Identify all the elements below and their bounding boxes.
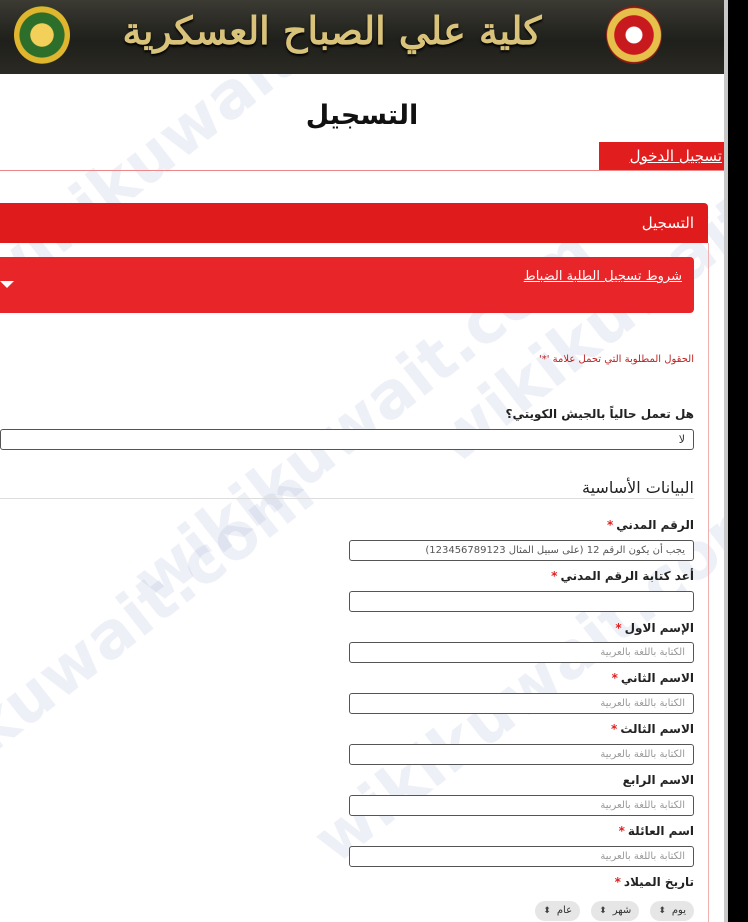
family-name-label: اسم العائلة*	[618, 824, 694, 838]
terms-accordion[interactable]: شروط تسجيل الطلبة الضباط	[0, 257, 694, 313]
required-star: *	[606, 518, 614, 532]
army-emblem-icon	[606, 6, 662, 64]
terms-link[interactable]: شروط تسجيل الطلبة الضباط	[524, 269, 682, 284]
dob-selects: يوم ⬍ شهر ⬍ عام ⬍	[498, 898, 694, 921]
civil-id-input[interactable]: يجب أن يكون الرقم 12 (على سبيل المثال 12…	[349, 540, 694, 561]
dob-label: تاريخ الميلاد*	[614, 875, 694, 889]
window-edge	[724, 0, 748, 922]
watermark: wikikuwait.com	[0, 454, 328, 859]
dob-year-value: عام	[556, 905, 573, 916]
section-divider	[0, 498, 694, 499]
required-star: *	[551, 569, 558, 583]
fourth-name-label: الاسم الرابع	[622, 773, 694, 787]
select-arrows-icon: ⬍	[658, 906, 666, 916]
dob-month-value: شهر	[612, 905, 632, 916]
third-name-label: الاسم الثالث*	[611, 722, 694, 736]
army-status-select[interactable]: لا	[0, 429, 694, 450]
second-name-input[interactable]: الكتابة باللغة بالعربية	[349, 693, 694, 714]
banner-title: كلية علي الصباح العسكرية	[122, 8, 542, 53]
dob-day-select[interactable]: يوم ⬍	[650, 901, 694, 921]
civil-id-confirm-label: أعد كتابة الرقم المدني*	[551, 569, 694, 583]
header-banner: كلية علي الصباح العسكرية	[0, 0, 724, 74]
required-star: *	[611, 722, 618, 736]
registration-panel-title: التسجيل	[0, 203, 708, 243]
required-star: *	[614, 875, 621, 889]
page-title: التسجيل	[305, 100, 419, 131]
civil-id-confirm-input[interactable]	[349, 591, 694, 612]
dob-day-value: يوم	[671, 905, 686, 916]
required-star: *	[611, 671, 618, 685]
panel-border	[708, 243, 709, 922]
select-arrows-icon: ⬍	[599, 906, 607, 916]
required-star: *	[615, 621, 622, 635]
section-title: البيانات الأساسية	[582, 478, 694, 497]
dob-month-select[interactable]: شهر ⬍	[591, 901, 640, 921]
fourth-name-input[interactable]: الكتابة باللغة بالعربية	[349, 795, 694, 816]
select-arrows-icon: ⬍	[543, 906, 551, 916]
family-name-input[interactable]: الكتابة باللغة بالعربية	[349, 846, 694, 867]
chevron-down-icon[interactable]	[0, 281, 14, 288]
army-question-label: هل تعمل حالياً بالجيش الكويتي؟	[505, 407, 695, 421]
second-name-label: الاسم الثاني*	[611, 671, 694, 685]
first-name-input[interactable]: الكتابة باللغة بالعربية	[349, 642, 694, 663]
dob-year-select[interactable]: عام ⬍	[535, 901, 581, 921]
first-name-label: الإسم الاول*	[615, 621, 694, 635]
login-link[interactable]: تسجيل الدخول	[599, 142, 724, 170]
college-emblem-icon	[14, 6, 70, 64]
divider	[0, 170, 724, 171]
third-name-input[interactable]: الكتابة باللغة بالعربية	[349, 744, 694, 765]
civil-id-label: الرقم المدني*	[606, 518, 694, 532]
required-star: *	[618, 824, 625, 838]
required-fields-note: الحقول المطلوبة التي تحمل علامة '*'	[538, 354, 694, 365]
